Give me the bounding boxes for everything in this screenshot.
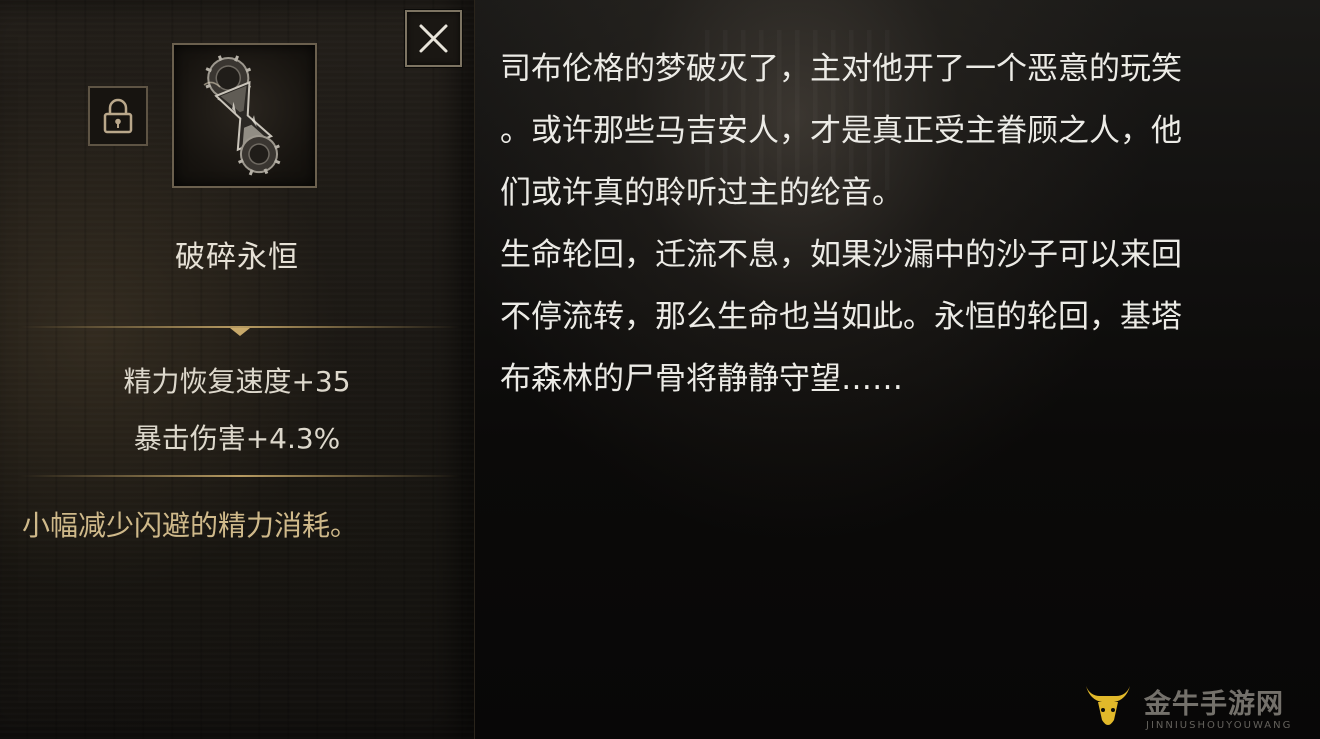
item-detail-screen: 破碎永恒 精力恢复速度+35 暴击伤害+4.3% 小幅减少闪避的精力消耗。 司布…: [0, 0, 1320, 739]
stat-crit-damage: 暴击伤害+4.3%: [133, 422, 341, 455]
lore-text: 司布伦格的梦破灭了，主对他开了一个恶意的玩笑 。或许那些马吉安人，才是真正受主眷…: [500, 38, 1300, 410]
lore-line: 生命轮回，迁流不息，如果沙漏中的沙子可以来回: [500, 237, 1182, 273]
divider-top: [20, 318, 460, 338]
lore-line: 不停流转，那么生命也当如此。永恒的轮回，基塔: [500, 299, 1182, 335]
close-button[interactable]: [405, 10, 462, 67]
watermark-title: 金牛手游网: [1144, 689, 1284, 720]
broken-hourglass-icon: [203, 55, 281, 176]
watermark-subtitle: JINNIUSHOUYOUWANG: [1146, 720, 1293, 731]
lore-line: 们或许真的聆听过主的纶音。: [500, 175, 903, 211]
lore-line: 布森林的尸骨将静静守望……: [500, 361, 903, 397]
bull-logo-icon: [1086, 686, 1130, 725]
lock-icon: [103, 98, 133, 134]
item-effect-description: 小幅减少闪避的精力消耗。: [22, 509, 359, 542]
item-card: 破碎永恒 精力恢复速度+35 暴击伤害+4.3% 小幅减少闪避的精力消耗。: [0, 0, 475, 739]
item-name: 破碎永恒: [175, 240, 299, 275]
lock-toggle-button[interactable]: [88, 86, 148, 146]
divider-bottom: [20, 466, 460, 486]
lore-panel: 司布伦格的梦破灭了，主对他开了一个恶意的玩笑 。或许那些马吉安人，才是真正受主眷…: [475, 0, 1320, 739]
site-watermark: 金牛手游网 JINNIUSHOUYOUWANG: [1080, 680, 1312, 734]
lore-line: 。或许那些马吉安人，才是真正受主眷顾之人，他: [500, 113, 1182, 149]
lore-line: 司布伦格的梦破灭了，主对他开了一个恶意的玩笑: [500, 51, 1182, 87]
close-icon: [419, 24, 448, 53]
item-icon-frame: [172, 43, 317, 188]
stat-stamina-recovery: 精力恢复速度+35: [123, 365, 351, 398]
